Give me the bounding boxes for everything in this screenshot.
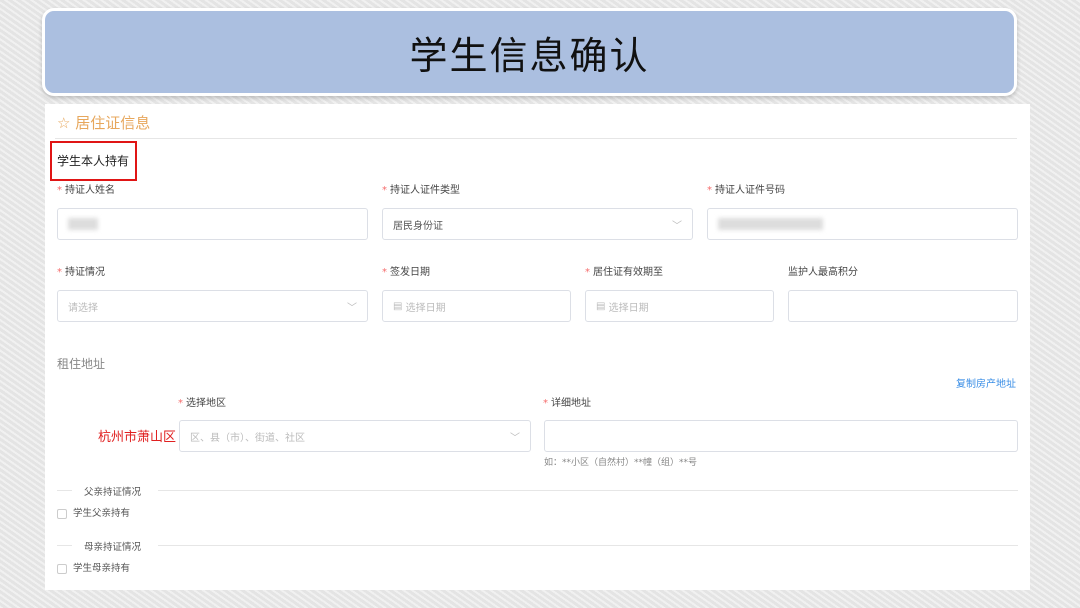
id-type-label: * 持证人证件类型 <box>382 185 460 196</box>
checkbox-icon[interactable] <box>57 508 67 519</box>
id-type-value: 居民身份证 <box>393 220 443 232</box>
detail-address-input[interactable] <box>544 420 1018 452</box>
status-label: * 持证情况 <box>57 267 105 278</box>
id-number-input[interactable] <box>707 208 1018 240</box>
mother-checkbox[interactable]: 学生母亲持有 <box>57 560 130 574</box>
guardian-points-label: 监护人最高积分 <box>788 267 858 278</box>
region-annotation: 杭州市萧山区 <box>98 430 177 445</box>
issue-date-placeholder: 选择日期 <box>405 302 446 314</box>
region-select[interactable]: 区、县（市）、街道、社区 ﹀ <box>179 420 531 452</box>
issue-date-picker[interactable]: ▤ 选择日期 <box>382 290 571 322</box>
guardian-points-input[interactable] <box>788 290 1018 322</box>
chevron-down-icon: ﹀ <box>510 432 520 444</box>
calendar-icon: ▤ <box>393 300 406 312</box>
checkbox-icon[interactable] <box>57 563 67 574</box>
detail-label: * 详细地址 <box>543 398 591 409</box>
section-header: ☆ 居住证信息 <box>57 112 150 133</box>
mother-section-title: 母亲持证情况 <box>84 542 142 553</box>
valid-until-label: * 居住证有效期至 <box>585 267 663 278</box>
id-type-select[interactable]: 居民身份证 ﹀ <box>382 208 693 240</box>
detail-hint: 如：**小区（自然村）**幢（组）**号 <box>544 458 698 468</box>
redacted-value <box>68 218 98 230</box>
father-checkbox-label: 学生父亲持有 <box>73 508 131 519</box>
star-outline-icon: ☆ <box>57 114 71 132</box>
copy-property-address-link[interactable]: 复制房产地址 <box>956 375 1016 390</box>
chevron-down-icon: ﹀ <box>347 302 357 314</box>
mother-checkbox-label: 学生母亲持有 <box>73 563 131 574</box>
divider <box>57 545 72 546</box>
father-checkbox[interactable]: 学生父亲持有 <box>57 505 130 519</box>
divider <box>57 490 72 491</box>
redacted-value <box>718 218 823 230</box>
form-panel <box>45 104 1030 590</box>
status-select[interactable]: 请选择 ﹀ <box>57 290 368 322</box>
status-placeholder: 请选择 <box>68 302 98 314</box>
address-title: 租住地址 <box>57 357 106 371</box>
chevron-down-icon: ﹀ <box>672 220 682 232</box>
divider <box>158 490 1018 491</box>
region-placeholder: 区、县（市）、街道、社区 <box>190 432 305 444</box>
valid-until-picker[interactable]: ▤ 选择日期 <box>585 290 774 322</box>
divider <box>55 138 1017 139</box>
id-number-label: * 持证人证件号码 <box>707 185 785 196</box>
holder-name-label: * 持证人姓名 <box>57 185 115 196</box>
calendar-icon: ▤ <box>596 300 609 312</box>
section-title: 居住证信息 <box>75 114 151 132</box>
page-title: 学生信息确认 <box>42 8 1017 96</box>
section-subtitle: 学生本人持有 <box>57 154 130 168</box>
holder-name-input[interactable] <box>57 208 368 240</box>
issue-date-label: * 签发日期 <box>382 267 430 278</box>
valid-until-placeholder: 选择日期 <box>608 302 649 314</box>
father-section-title: 父亲持证情况 <box>84 487 142 498</box>
divider <box>158 545 1018 546</box>
region-label: * 选择地区 <box>178 398 226 409</box>
